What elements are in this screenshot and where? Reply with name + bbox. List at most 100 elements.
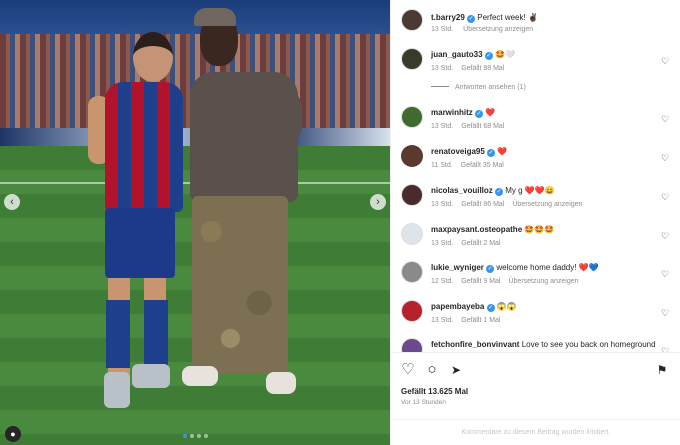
friend-shoe bbox=[266, 372, 296, 394]
heart-icon: ♡ bbox=[661, 231, 670, 241]
friend-camo-pants bbox=[192, 196, 288, 374]
comment-username[interactable]: juan_gauto33 bbox=[431, 50, 483, 59]
comment-username[interactable]: fetchonfire_bonvinvant bbox=[431, 340, 519, 349]
verified-badge-icon: ✓ bbox=[484, 52, 493, 60]
instagram-post: ‹ › ● t.barry29 ✓ Perfect week! ✌🏿 13 St… bbox=[0, 0, 680, 445]
translate-link[interactable]: Übersetzung anzeigen bbox=[512, 201, 582, 208]
comment-text: Love to see you back on homeground bbox=[521, 340, 656, 349]
comment-username[interactable]: papembayeba bbox=[431, 302, 484, 311]
comment-time: 13 Std. bbox=[431, 240, 454, 247]
player-shorts bbox=[105, 208, 175, 278]
avatar[interactable] bbox=[401, 48, 423, 70]
translate-link[interactable]: Übersetzung anzeigen bbox=[508, 278, 578, 285]
like-comment-button[interactable]: ♡ bbox=[661, 114, 669, 125]
comment-time: 13 Std. bbox=[431, 201, 454, 208]
next-photo-button[interactable]: › bbox=[370, 194, 386, 210]
comment-likes[interactable]: Gefällt 68 Mal bbox=[461, 123, 504, 130]
heart-icon: ♡ bbox=[661, 153, 670, 163]
comment-text: welcome home daddy! ❤️💙 bbox=[496, 263, 599, 272]
comment-button[interactable]: ○ bbox=[423, 361, 441, 379]
verified-badge-icon: ✓ bbox=[495, 188, 504, 196]
post-photo[interactable]: ‹ › ● bbox=[0, 0, 390, 445]
comment-time: 13 Std. bbox=[431, 317, 454, 324]
comment-likes[interactable]: Gefällt 9 Mal bbox=[461, 278, 500, 285]
comment-text: ❤️ bbox=[485, 108, 496, 117]
user-tag-button[interactable]: ● bbox=[5, 426, 21, 442]
chevron-right-icon: › bbox=[376, 196, 380, 208]
comment-time: 11 Std. bbox=[431, 162, 453, 169]
player-head bbox=[133, 32, 173, 82]
avatar[interactable] bbox=[401, 223, 423, 245]
comment-likes[interactable]: Gefällt 35 Mal bbox=[461, 162, 504, 169]
comment-time: 13 Std. bbox=[431, 123, 454, 130]
friend-shoe bbox=[182, 366, 218, 386]
caption-text: Perfect week! ✌🏿 bbox=[477, 13, 538, 22]
heart-icon: ♡ bbox=[661, 114, 670, 124]
like-post-button[interactable]: ♡ bbox=[399, 361, 417, 379]
comment-icon: ○ bbox=[427, 361, 437, 378]
comments-limited-notice: Kommentare zu diesem Beitrag wurden limi… bbox=[391, 419, 680, 445]
caption-username[interactable]: t.barry29 bbox=[431, 13, 465, 22]
carousel-dot bbox=[204, 434, 208, 438]
comment-text: 🤩🤍 bbox=[495, 50, 515, 59]
player-boot bbox=[132, 364, 170, 388]
avatar[interactable] bbox=[401, 184, 423, 206]
comment-username[interactable]: renatoveiga95 bbox=[431, 147, 485, 156]
comment-time: 13 Std. bbox=[431, 65, 454, 72]
carousel-dot bbox=[183, 434, 187, 438]
comment-likes[interactable]: Gefällt 2 Mal bbox=[461, 240, 500, 247]
heart-icon: ♡ bbox=[661, 269, 670, 279]
heart-icon: ♡ bbox=[661, 308, 670, 318]
comment-username[interactable]: lukie_wyniger bbox=[431, 263, 484, 272]
comment-text: My g ❤️❤️😄 bbox=[505, 186, 555, 195]
like-comment-button[interactable]: ♡ bbox=[661, 192, 669, 203]
player-socks bbox=[106, 300, 168, 368]
share-button[interactable]: ➤ bbox=[447, 361, 465, 379]
player-boot bbox=[104, 372, 130, 408]
like-comment-button[interactable]: ♡ bbox=[661, 153, 669, 164]
verified-badge-icon: ✓ bbox=[486, 265, 495, 273]
heart-icon: ♡ bbox=[401, 361, 415, 378]
avatar[interactable] bbox=[401, 300, 423, 322]
post-likes-count[interactable]: Gefällt 13.625 Mal bbox=[401, 387, 468, 396]
comment-username[interactable]: nicolas_vouilloz bbox=[431, 186, 493, 195]
post-timestamp: Vor 13 Stunden bbox=[401, 399, 446, 406]
heart-icon: ♡ bbox=[661, 56, 670, 66]
friend-cap bbox=[194, 8, 236, 26]
caption-time: 13 Std. bbox=[431, 26, 454, 33]
comment-likes[interactable]: Gefällt 86 Mal bbox=[461, 201, 504, 208]
save-button[interactable]: ⚑ bbox=[653, 361, 671, 379]
avatar[interactable] bbox=[401, 9, 423, 31]
bookmark-icon: ⚑ bbox=[656, 363, 668, 377]
comment-text: 🤩🤩🤩 bbox=[524, 225, 555, 234]
comment-text: ❤️ bbox=[497, 147, 508, 156]
comment-likes[interactable]: Gefällt 1 Mal bbox=[461, 317, 500, 324]
avatar[interactable] bbox=[401, 145, 423, 167]
like-comment-button[interactable]: ♡ bbox=[661, 231, 669, 242]
chevron-left-icon: ‹ bbox=[10, 196, 14, 208]
comment-text: 😱😱 bbox=[496, 302, 517, 311]
verified-badge-icon: ✓ bbox=[486, 304, 495, 312]
like-comment-button[interactable]: ♡ bbox=[661, 56, 669, 67]
like-comment-button[interactable]: ♡ bbox=[661, 308, 669, 319]
avatar[interactable] bbox=[401, 261, 423, 283]
comment-username[interactable]: marwinhitz bbox=[431, 108, 473, 117]
comment-username[interactable]: maxpaysant.osteopathe bbox=[431, 225, 522, 234]
verified-badge-icon: ✓ bbox=[467, 15, 476, 23]
translate-link[interactable]: Übersetzung anzeigen bbox=[463, 26, 533, 33]
avatar[interactable] bbox=[401, 106, 423, 128]
carousel-dot bbox=[197, 434, 201, 438]
friend-arm bbox=[246, 88, 302, 146]
comments-panel: t.barry29 ✓ Perfect week! ✌🏿 13 Std. Übe… bbox=[390, 0, 680, 445]
carousel-dot bbox=[190, 434, 194, 438]
comment-likes[interactable]: Gefällt 88 Mal bbox=[461, 65, 504, 72]
post-caption: t.barry29 ✓ Perfect week! ✌🏿 13 Std. Übe… bbox=[391, 0, 680, 40]
post-actions-bar: ♡ ○ ➤ ⚑ Gefällt 13.625 Mal Vor 13 Stunde… bbox=[391, 352, 680, 444]
heart-icon: ♡ bbox=[661, 192, 670, 202]
prev-photo-button[interactable]: ‹ bbox=[4, 194, 20, 210]
view-replies-link[interactable]: Antworten ansehen (1) bbox=[431, 84, 526, 91]
like-comment-button[interactable]: ♡ bbox=[661, 269, 669, 280]
carousel-dots bbox=[183, 434, 208, 438]
comment-time: 12 Std. bbox=[431, 278, 454, 285]
verified-badge-icon: ✓ bbox=[487, 149, 496, 157]
